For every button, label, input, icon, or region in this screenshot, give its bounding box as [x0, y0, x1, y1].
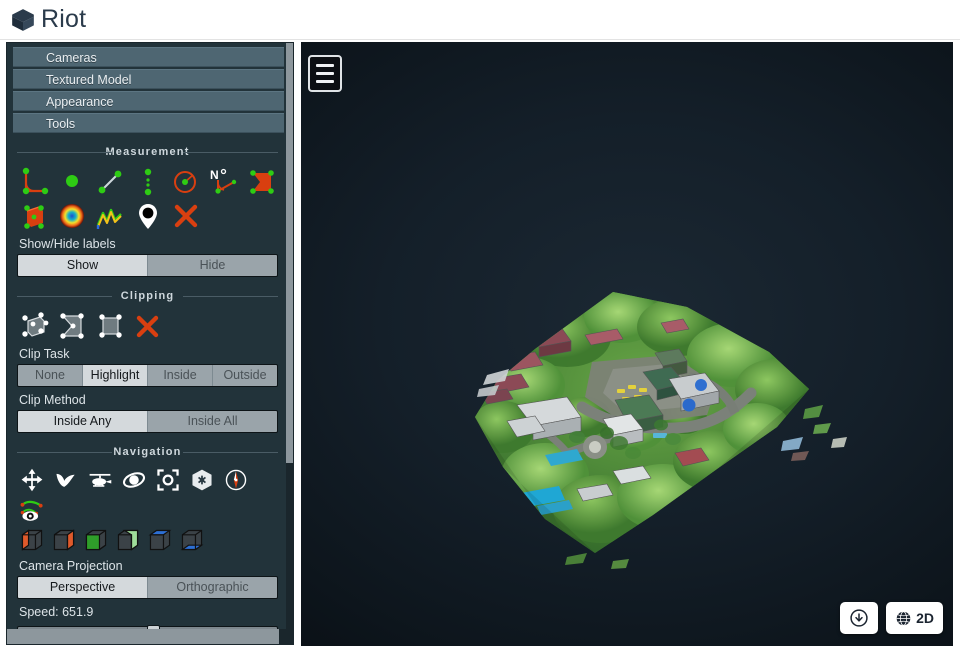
- sidebar-section-appearance[interactable]: Appearance: [13, 91, 284, 111]
- menu-line-1: [316, 64, 334, 67]
- map-2d-button[interactable]: 2D: [886, 602, 943, 634]
- clip-polygon-icon[interactable]: [57, 311, 87, 341]
- navigation-section: Navigation Camera Projection Perspective…: [7, 445, 288, 631]
- circle-measure-icon[interactable]: [171, 167, 201, 197]
- annotation-pin-icon[interactable]: [133, 201, 163, 231]
- clip-task-label: Clip Task: [19, 347, 70, 361]
- menu-line-2: [316, 72, 334, 75]
- textured-mesh-model: [475, 292, 847, 569]
- hamburger-menu-icon[interactable]: [308, 55, 342, 92]
- pan-move-icon[interactable]: [19, 467, 45, 493]
- view-back-icon[interactable]: [115, 527, 141, 553]
- distance-measure-icon[interactable]: [95, 167, 125, 197]
- orbit-icon[interactable]: [121, 467, 147, 493]
- sidebar-panel: Cameras Textured Model Appearance Tools …: [6, 42, 294, 645]
- profile-measure-icon[interactable]: [95, 201, 125, 231]
- globe-icon: [896, 610, 911, 626]
- clip-volume-icon[interactable]: [19, 311, 49, 341]
- clipping-legend: Clipping: [15, 289, 280, 303]
- measurement-legend: Measurement: [15, 145, 280, 159]
- clip-method-inside-all-button[interactable]: Inside All: [148, 411, 277, 432]
- sidebar-section-textured-model[interactable]: Textured Model: [13, 69, 284, 89]
- show-labels-button[interactable]: Show: [18, 255, 148, 276]
- sphere-measure-icon[interactable]: [57, 201, 87, 231]
- cube-box-icon: [12, 8, 34, 31]
- navigation-legend: Navigation: [15, 445, 280, 459]
- view-cubes-row: [15, 525, 280, 555]
- earth-flight-icon[interactable]: [53, 467, 79, 493]
- area-measure-icon[interactable]: [247, 167, 277, 197]
- helicopter-icon[interactable]: [87, 467, 113, 493]
- speed-label: Speed: 651.9: [19, 605, 94, 619]
- clip-plane-icon[interactable]: [95, 311, 125, 341]
- map-2d-label: 2D: [916, 610, 934, 626]
- workspace: Cameras Textured Model Appearance Tools …: [0, 40, 960, 653]
- remove-measurement-icon[interactable]: [171, 201, 201, 231]
- full-extent-cube-icon[interactable]: [189, 467, 215, 493]
- measurement-section: Measurement N Show/Hide labels Show Hide: [7, 145, 288, 277]
- hide-labels-button[interactable]: Hide: [148, 255, 277, 276]
- clip-task-group: None Highlight Inside Outside: [17, 364, 278, 387]
- sidebar-scroll-area: Cameras Textured Model Appearance Tools …: [7, 43, 288, 631]
- sidebar-horizontal-scrollbar[interactable]: [7, 629, 293, 644]
- menu-line-3: [316, 80, 334, 83]
- viewport-bottom-controls: 2D: [840, 602, 943, 634]
- clip-task-outside-button[interactable]: Outside: [213, 365, 277, 386]
- volume-measure-icon[interactable]: [19, 201, 49, 231]
- camera-projection-label: Camera Projection: [19, 559, 123, 573]
- clip-method-label: Clip Method: [19, 393, 86, 407]
- show-hide-labels-group: Show Hide: [17, 254, 278, 277]
- sidebar-horizontal-scroll-thumb[interactable]: [7, 629, 279, 644]
- svg-text:N: N: [210, 168, 219, 182]
- measurement-tools-row-2: [15, 199, 280, 233]
- clip-task-inside-button[interactable]: Inside: [148, 365, 213, 386]
- show-hide-labels-label: Show/Hide labels: [19, 237, 116, 251]
- sidebar-vertical-scroll-thumb[interactable]: [286, 43, 293, 463]
- camera-projection-group: Perspective Orthographic: [17, 576, 278, 599]
- view-top-icon[interactable]: [147, 527, 173, 553]
- perspective-button[interactable]: Perspective: [18, 577, 148, 598]
- orthographic-button[interactable]: Orthographic: [148, 577, 277, 598]
- arrow-down-circle-icon: [850, 609, 868, 627]
- clip-method-group: Inside Any Inside All: [17, 410, 278, 433]
- height-measure-icon[interactable]: [133, 167, 163, 197]
- clip-method-inside-any-button[interactable]: Inside Any: [18, 411, 148, 432]
- view-bottom-icon[interactable]: [179, 527, 205, 553]
- clipping-section: Clipping Clip Task None Highlight Inside…: [7, 289, 288, 433]
- focus-fit-icon[interactable]: [155, 467, 181, 493]
- angle-measure-icon[interactable]: [19, 167, 49, 197]
- measurement-tools-row-1: N: [15, 165, 280, 199]
- camera-animation-icon[interactable]: [19, 497, 45, 523]
- sidebar-section-cameras[interactable]: Cameras: [13, 47, 284, 67]
- navigation-tools-row-2: [15, 495, 280, 525]
- 3d-viewport[interactable]: 2D: [301, 42, 953, 646]
- compass-icon[interactable]: [223, 467, 249, 493]
- point-measure-icon[interactable]: [57, 167, 87, 197]
- sidebar-vertical-scrollbar[interactable]: [286, 43, 293, 631]
- azimuth-measure-icon[interactable]: N: [209, 167, 239, 197]
- app-header: Riot: [0, 0, 960, 40]
- app-title: Riot: [41, 5, 87, 33]
- clipping-tools-row: [15, 309, 280, 343]
- remove-clip-icon[interactable]: [133, 311, 163, 341]
- navigation-tools-row-1: [15, 465, 280, 495]
- view-left-icon[interactable]: [19, 527, 45, 553]
- download-button[interactable]: [840, 602, 879, 634]
- view-front-icon[interactable]: [83, 527, 109, 553]
- sidebar-section-tools[interactable]: Tools: [13, 113, 284, 133]
- clip-task-highlight-button[interactable]: Highlight: [83, 365, 148, 386]
- view-right-icon[interactable]: [51, 527, 77, 553]
- clip-task-none-button[interactable]: None: [18, 365, 83, 386]
